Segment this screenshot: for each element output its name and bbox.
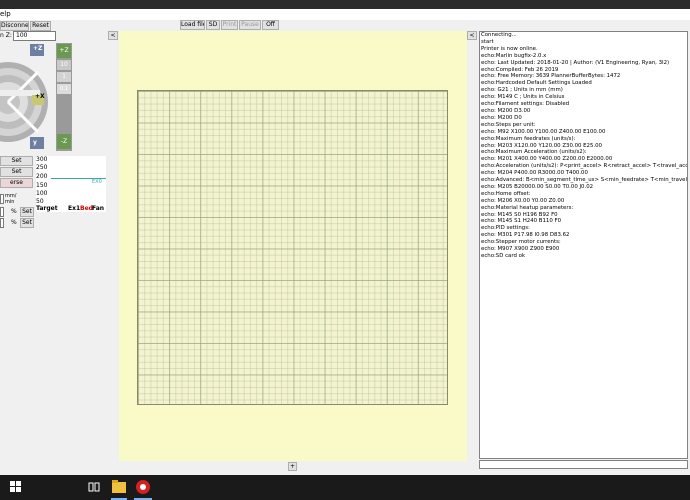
off-button[interactable]: Off <box>262 20 279 30</box>
console-line: Printer is now online. <box>481 45 538 52</box>
console-line: echo:PID settings: <box>481 225 530 232</box>
legend-fan: Fan <box>92 205 105 212</box>
console-line: echo: M145 S0 H196 B92 F0 <box>481 211 558 218</box>
console-line: echo:Material heatup parameters: <box>481 204 574 211</box>
console-line: echo: Free Memory: 3639 PlannerBufferByt… <box>481 73 621 80</box>
console-line: echo: G21 ; Units in mm (mm) <box>481 87 563 94</box>
z-plus-button[interactable]: +Z <box>57 44 71 58</box>
windows-taskbar <box>0 475 690 500</box>
temperature-graph: 300 250 200 150 100 50 EX0 Target Ex1 Be… <box>36 156 106 212</box>
console-line: echo: M149 C ; Units in Celsius <box>481 94 565 101</box>
console-line: echo: M205 B20000.00 S0.00 T0.00 J0.02 <box>481 183 594 190</box>
temp-tick-300: 300 <box>36 156 48 163</box>
feedrate-unit-bottom: min <box>5 199 15 205</box>
console-line: echo:Maximum Acceleration (units/s2): <box>481 149 587 156</box>
sd-button[interactable]: SD <box>206 20 220 30</box>
console-line: echo:Advanced: B<min_segment_time_us> S<… <box>481 177 687 184</box>
console-line: echo: M201 X400.00 Y400.00 Z200.00 E2000… <box>481 156 613 163</box>
console-line: echo: M200 D0 <box>481 114 522 121</box>
menu-bar: elp <box>0 9 690 20</box>
speed-factor-input[interactable] <box>0 207 4 217</box>
console-line: echo: M907 X900 Z900 E900 <box>481 246 560 253</box>
legend-ex1: Ex1 <box>68 205 81 212</box>
console-line: echo:Marlin bugfix-2.0.x <box>481 52 547 59</box>
reverse-button[interactable]: erse <box>0 178 33 188</box>
z-step-01-button[interactable]: 0.1 <box>57 84 71 94</box>
console-line: echo:Acceleration (units/s2): P<print_ac… <box>481 163 688 170</box>
temp-tick-100: 100 <box>36 190 48 197</box>
console-log[interactable]: Connecting... start Printer is now online.… <box>479 31 688 459</box>
legend-target: Target <box>36 205 58 212</box>
console-line: echo: Last Updated: 2018-01-20 | Author:… <box>481 59 670 66</box>
speed-factor-set-button[interactable]: Set <box>20 207 34 217</box>
command-input[interactable] <box>479 460 688 469</box>
collapse-left-button[interactable]: < <box>108 31 118 40</box>
console-line: echo:Filament settings: Disabled <box>481 101 570 108</box>
console-line: echo: M145 S1 H240 B110 F0 <box>481 218 562 225</box>
console-line: echo:Stepper motor currents: <box>481 239 561 246</box>
collapse-bottom-button[interactable]: + <box>288 462 297 471</box>
console-line: echo:Home offset: <box>481 190 531 197</box>
z-feed-input[interactable]: 100 <box>13 31 56 41</box>
window-titlebar <box>0 0 690 9</box>
console-line: echo: M200 D3.00 <box>481 107 531 114</box>
console-line: echo:SD card ok <box>481 253 526 259</box>
flow-factor-percent: % <box>11 219 17 226</box>
z-step-10-button[interactable]: 10 <box>57 60 71 70</box>
console-line: echo:Hardcoded Default Settings Loaded <box>481 80 592 87</box>
flow-factor-input[interactable] <box>0 218 4 228</box>
console-line: echo: M206 X0.00 Y0.00 Z0.00 <box>481 197 565 204</box>
console-line: echo: M301 P17.98 I0.98 D83.62 <box>481 232 570 239</box>
temp-tick-250: 250 <box>36 164 48 171</box>
console-line: echo:Maximum feedrates (units/s): <box>481 135 576 142</box>
z-feed-label: n Z: <box>0 32 12 39</box>
console-line: echo:Steps per unit: <box>481 121 536 128</box>
reset-button[interactable]: Reset <box>30 21 51 31</box>
console-line: Connecting... <box>481 32 517 38</box>
pause-button[interactable]: Pause <box>239 20 261 30</box>
pronterface-app-icon[interactable] <box>135 479 151 495</box>
console-line: echo:Compiled: Feb 26 2019 <box>481 66 559 73</box>
bed-set-button[interactable]: Set <box>0 167 33 177</box>
speed-factor-percent: % <box>11 208 17 215</box>
task-view-icon[interactable] <box>88 481 100 493</box>
console-line: echo: M204 P400.00 R3000.00 T400.00 <box>481 170 588 177</box>
jog-x-plus-label: +X <box>35 93 45 100</box>
menu-help[interactable]: elp <box>0 10 11 18</box>
windows-start-icon[interactable] <box>10 481 22 493</box>
collapse-right-button[interactable]: < <box>467 31 477 40</box>
temp-tick-150: 150 <box>36 182 48 189</box>
flow-factor-set-button[interactable]: Set <box>20 218 34 228</box>
hotend-set-button[interactable]: Set <box>0 156 33 166</box>
z-minus-button[interactable]: -Z <box>57 134 71 149</box>
print-button[interactable]: Print <box>221 20 238 30</box>
console-line: echo: M92 X100.00 Y100.00 Z400.00 E100.0… <box>481 128 606 135</box>
jog-z-plus-label: +Z <box>33 45 43 52</box>
legend-bed: Bed <box>80 205 93 212</box>
load-file-button[interactable]: Load file <box>180 20 205 30</box>
console-line: start <box>481 38 494 45</box>
jog-y-minus-label: y <box>33 139 37 146</box>
ex0-label: EX0 <box>92 179 102 185</box>
feedrate-input[interactable] <box>0 194 4 204</box>
console-line: echo: M203 X120.00 Y120.00 Z30.00 E25.00 <box>481 142 602 149</box>
disconnect-button[interactable]: Disconnect <box>0 21 29 31</box>
z-step-1-button[interactable]: 1 <box>57 72 71 82</box>
file-explorer-icon[interactable] <box>112 480 126 493</box>
temp-tick-200: 200 <box>36 173 48 180</box>
build-plate-grid[interactable] <box>137 90 448 405</box>
